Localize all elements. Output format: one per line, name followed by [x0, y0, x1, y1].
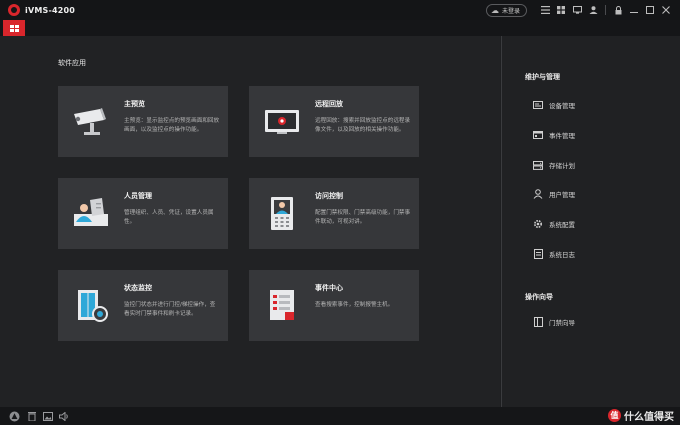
person-card-icon — [70, 194, 112, 232]
card-event-center[interactable]: 事件中心 查看搜索事件，控制报警主机。 — [249, 270, 419, 341]
login-label: 未登录 — [501, 7, 520, 15]
sidebar-item-label: 设备管理 — [549, 102, 575, 110]
minimize-icon[interactable] — [626, 3, 642, 17]
door-icon — [533, 317, 543, 327]
access-terminal-icon — [261, 194, 303, 232]
watermark: 值 什么值得买 — [608, 408, 674, 423]
card-title: 主预览 — [124, 100, 145, 108]
home-tab[interactable] — [3, 20, 25, 36]
card-description: 监控门状态并进行门控/梯控操作，查看实时门禁事件和刷卡记录。 — [124, 302, 216, 317]
sidebar-item-label: 门禁向导 — [549, 319, 575, 327]
playback-icon — [261, 102, 303, 140]
device-icon — [533, 100, 543, 110]
door-monitor-icon — [70, 286, 112, 324]
card-title: 访问控制 — [315, 192, 343, 200]
camera-icon — [70, 102, 112, 140]
tab-bar — [0, 20, 680, 36]
gear-icon — [533, 219, 543, 229]
sidebar-item-label: 系统配置 — [549, 221, 575, 229]
sidebar-item-access-wizard[interactable]: 门禁向导 — [533, 316, 575, 328]
grid-icon[interactable] — [553, 3, 569, 17]
maintenance-title: 维护与管理 — [525, 73, 560, 81]
login-button[interactable]: ☁ 未登录 — [485, 3, 527, 17]
watermark-logo-icon: 值 — [608, 409, 621, 422]
app-title: iVMS-4200 — [25, 5, 76, 15]
cloud-icon: ☁ — [490, 5, 499, 15]
sidebar-item-system-log[interactable]: 系统日志 — [533, 248, 575, 260]
card-description: 主预览：显示监控点的预览画面和回放画面，以及监控点的操作功能。 — [124, 118, 220, 133]
log-icon — [533, 249, 543, 259]
watermark-text: 什么值得买 — [624, 412, 674, 423]
titlebar-controls: ☁ 未登录 — [485, 3, 674, 17]
main-content: 软件应用 主预览 主预览：显示监控点的预览画面和回放画面，以及监控点的操作功能。 — [0, 36, 500, 407]
sidebar-item-label: 存储计划 — [549, 162, 575, 170]
sidebar-item-label: 系统日志 — [549, 251, 575, 259]
storage-icon — [533, 160, 543, 170]
section-title: 软件应用 — [58, 59, 86, 67]
sidebar-item-event-management[interactable]: 事件管理 — [533, 129, 575, 141]
event-icon — [533, 130, 543, 140]
trash-icon[interactable] — [26, 410, 38, 422]
card-description: 配置门禁权限、门禁高级功能，门禁事件联动，可视对讲。 — [315, 210, 411, 225]
app-window: iVMS-4200 ☁ 未登录 软件应用 主预览 主预览：显示监控点的预览画面和… — [0, 0, 680, 425]
card-status-monitoring[interactable]: 状态监控 监控门状态并进行门控/梯控操作，查看实时门禁事件和刷卡记录。 — [58, 270, 228, 341]
user-icon — [533, 189, 543, 199]
user-icon[interactable] — [585, 3, 601, 17]
title-bar: iVMS-4200 ☁ 未登录 — [0, 0, 680, 20]
status-bar: 值 什么值得买 — [0, 407, 680, 425]
card-title: 事件中心 — [315, 284, 343, 292]
apps-grid-icon — [9, 24, 19, 32]
volume-icon[interactable] — [58, 410, 70, 422]
lock-icon[interactable] — [610, 3, 626, 17]
guide-title: 操作向导 — [525, 293, 553, 301]
card-main-preview[interactable]: 主预览 主预览：显示监控点的预览画面和回放画面，以及监控点的操作功能。 — [58, 86, 228, 157]
image-icon[interactable] — [42, 410, 54, 422]
sidebar-item-label: 事件管理 — [549, 132, 575, 140]
list-icon[interactable] — [537, 3, 553, 17]
sidebar-item-storage-schedule[interactable]: 存储计划 — [533, 159, 575, 171]
sidebar-item-device-management[interactable]: 设备管理 — [533, 99, 575, 111]
side-panel: 维护与管理 设备管理 事件管理 存储计划 用户管理 系统配置 系统日志 操作向导… — [502, 36, 680, 407]
sidebar-item-system-config[interactable]: 系统配置 — [533, 218, 575, 230]
card-description: 查看搜索事件，控制报警主机。 — [315, 302, 394, 308]
card-description: 远程回放：搜索并回放监控点的远程录像文件，以及回放的相关操作功能。 — [315, 118, 411, 133]
event-list-icon — [261, 286, 303, 324]
card-person-management[interactable]: 人员管理 管理组织、人员、凭证，设置人员属性。 — [58, 178, 228, 249]
titlebar-divider — [605, 5, 606, 15]
card-title: 状态监控 — [124, 284, 152, 292]
monitor-icon[interactable] — [569, 3, 585, 17]
alarm-icon[interactable] — [8, 410, 20, 422]
card-remote-playback[interactable]: 远程回放 远程回放：搜索并回放监控点的远程录像文件，以及回放的相关操作功能。 — [249, 86, 419, 157]
card-access-control[interactable]: 访问控制 配置门禁权限、门禁高级功能，门禁事件联动，可视对讲。 — [249, 178, 419, 249]
app-logo-icon — [8, 4, 20, 16]
card-description: 管理组织、人员、凭证，设置人员属性。 — [124, 210, 214, 225]
sidebar-item-label: 用户管理 — [549, 191, 575, 199]
sidebar-item-user-management[interactable]: 用户管理 — [533, 188, 575, 200]
card-title: 人员管理 — [124, 192, 152, 200]
maximize-icon[interactable] — [642, 3, 658, 17]
close-icon[interactable] — [658, 3, 674, 17]
card-title: 远程回放 — [315, 100, 343, 108]
